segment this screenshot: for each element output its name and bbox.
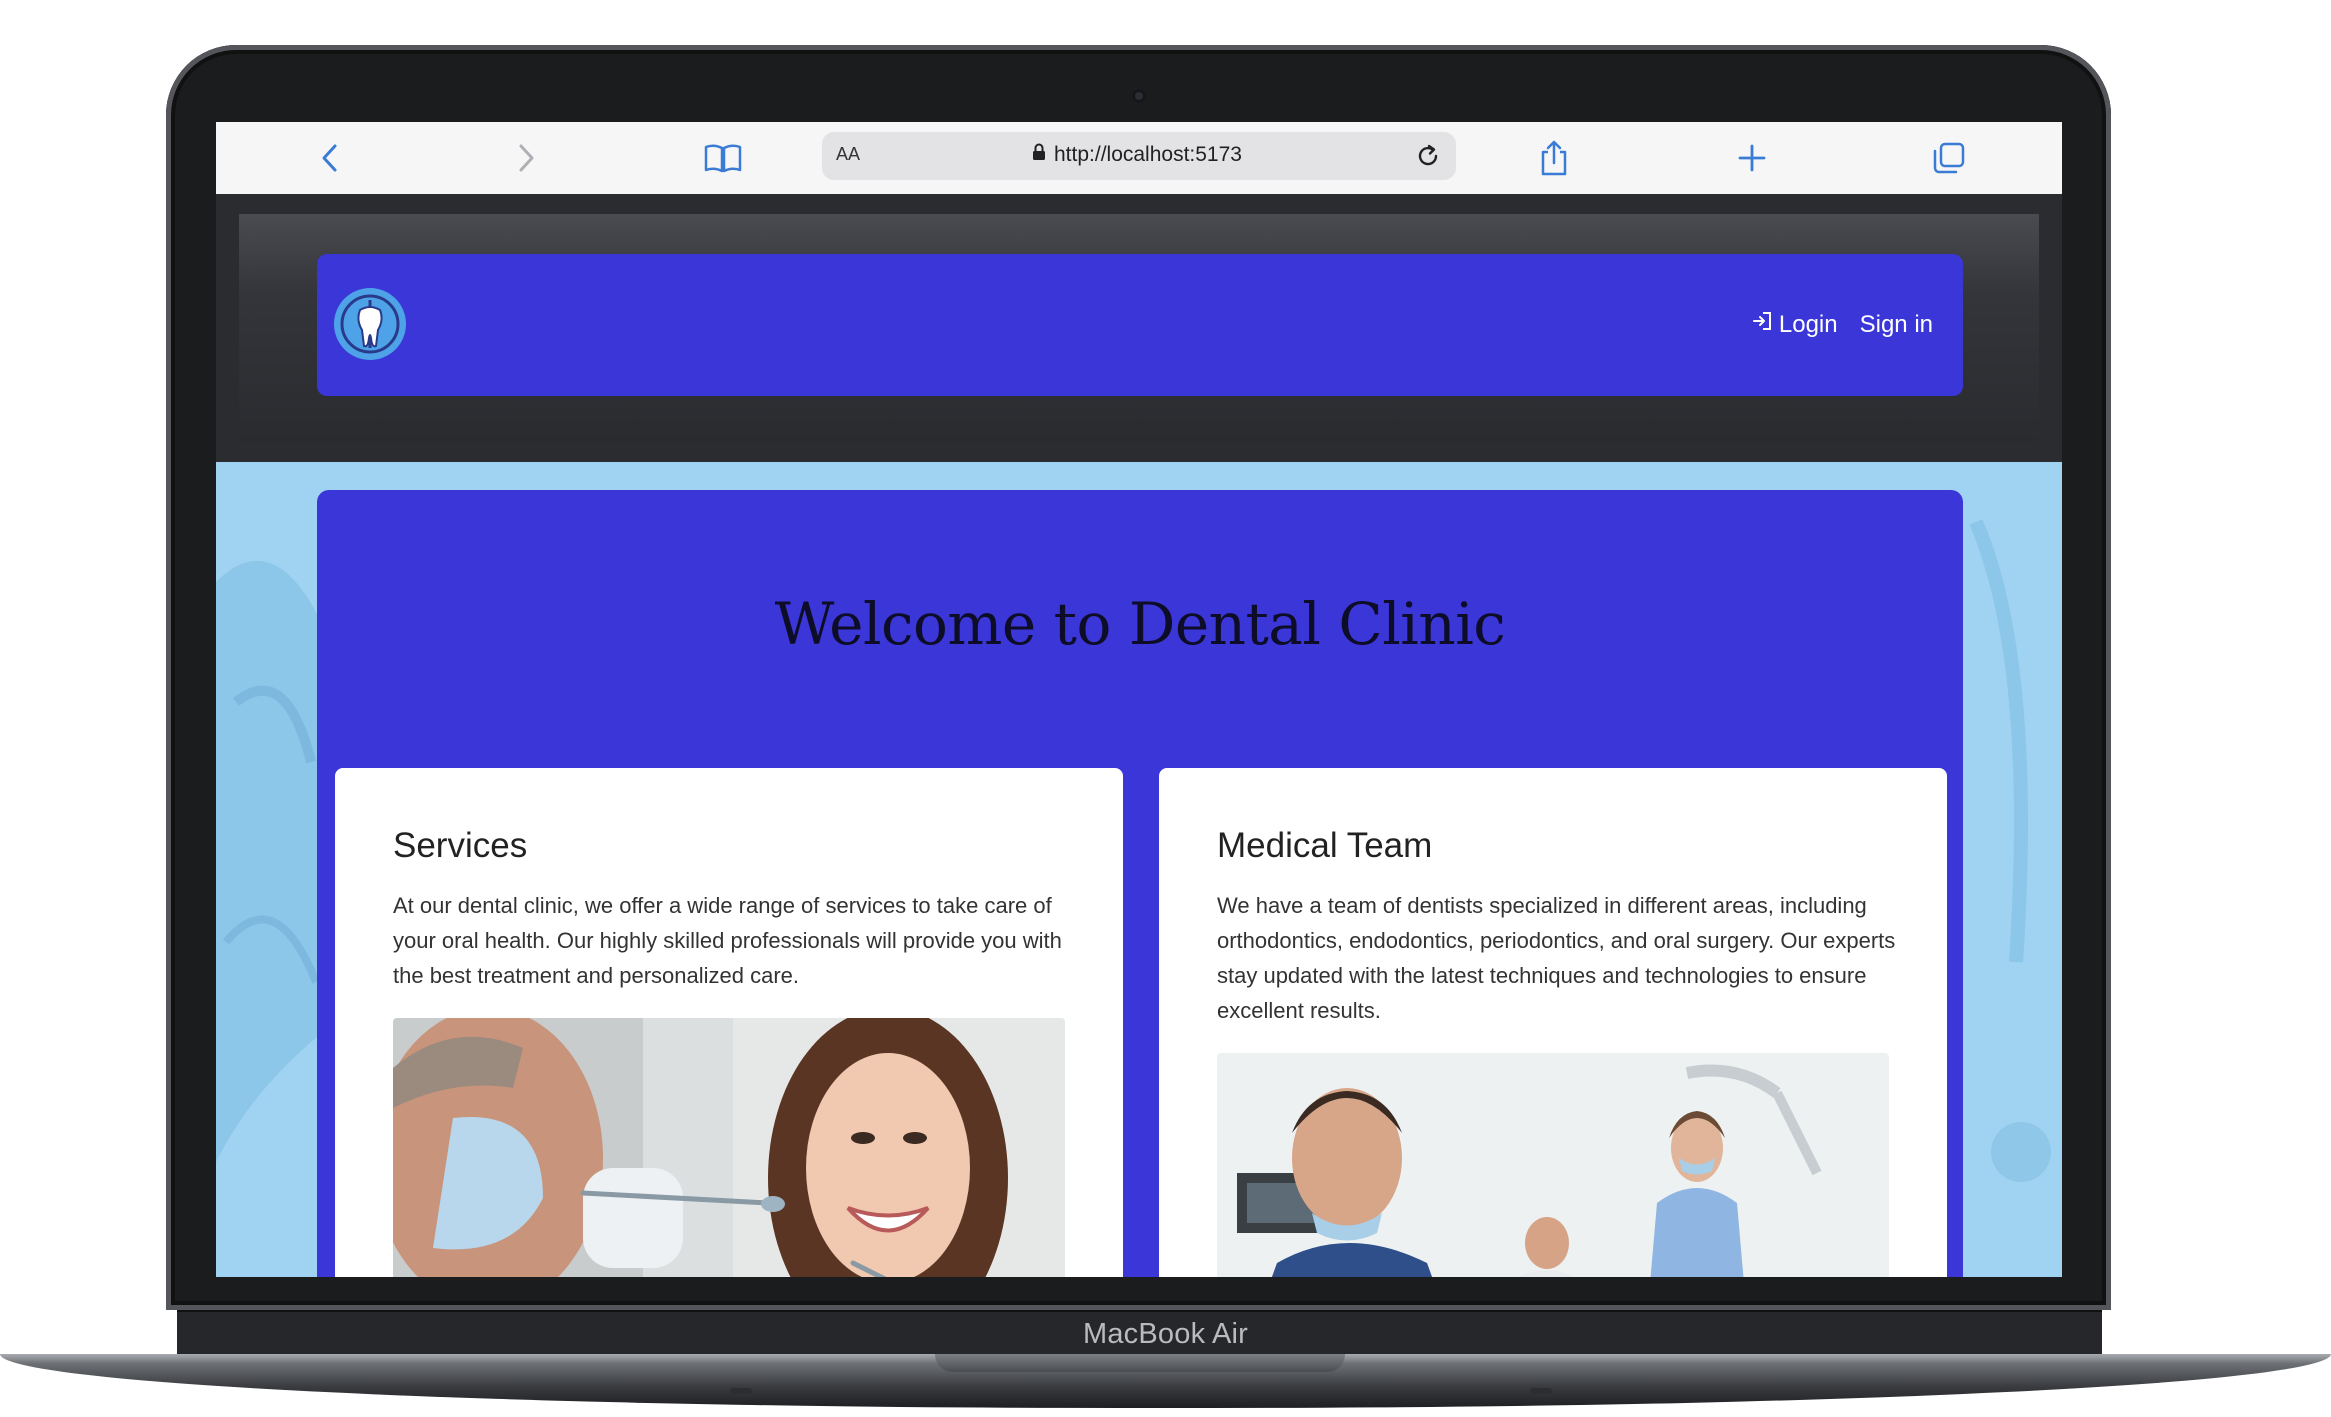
login-icon xyxy=(1751,310,1773,339)
signin-label: Sign in xyxy=(1859,310,1933,338)
medical-team-photo xyxy=(1217,1053,1889,1277)
share-icon[interactable] xyxy=(1532,136,1576,180)
hero-section: Welcome to Dental Clinic Services At our… xyxy=(317,490,1963,1277)
login-link[interactable]: Login xyxy=(1751,310,1838,339)
forward-icon[interactable] xyxy=(504,136,548,180)
signin-link[interactable]: Sign in xyxy=(1860,311,1933,339)
bookmarks-icon[interactable] xyxy=(701,136,745,180)
laptop-notch xyxy=(935,1354,1345,1372)
medical-team-card: Medical Team We have a team of dentists … xyxy=(1159,768,1947,1277)
services-card: Services At our dental clinic, we offer … xyxy=(335,768,1123,1277)
browser-toolbar: AA http://localhost:5173 xyxy=(216,122,2062,195)
navbar: Login Sign in xyxy=(317,254,1963,396)
card-text: At our dental clinic, we offer a wide ra… xyxy=(393,893,1062,988)
address-bar[interactable]: AA http://localhost:5173 xyxy=(822,132,1456,180)
text-size-button[interactable]: AA xyxy=(836,144,860,165)
card-title: Medical Team xyxy=(1217,826,1433,865)
browser-screen: AA http://localhost:5173 Login Sign in W… xyxy=(216,122,2062,1277)
services-photo xyxy=(393,1018,1065,1277)
camera-icon xyxy=(1132,89,1146,103)
lock-icon xyxy=(1032,143,1046,167)
laptop-foot xyxy=(1530,1388,1552,1394)
new-tab-icon[interactable] xyxy=(1730,136,1774,180)
reload-icon[interactable] xyxy=(1414,142,1442,175)
back-icon[interactable] xyxy=(308,136,352,180)
hero-title: Welcome to Dental Clinic xyxy=(774,590,1506,658)
tabs-icon[interactable] xyxy=(1927,136,1971,180)
tooth-logo-icon[interactable] xyxy=(334,288,406,360)
url-text[interactable]: http://localhost:5173 xyxy=(1054,143,1242,167)
card-title: Services xyxy=(393,826,528,865)
laptop-foot xyxy=(730,1388,752,1394)
device-label: MacBook Air xyxy=(1083,1318,1248,1350)
card-text: We have a team of dentists specialized i… xyxy=(1217,893,1896,1023)
login-label: Login xyxy=(1778,310,1838,338)
